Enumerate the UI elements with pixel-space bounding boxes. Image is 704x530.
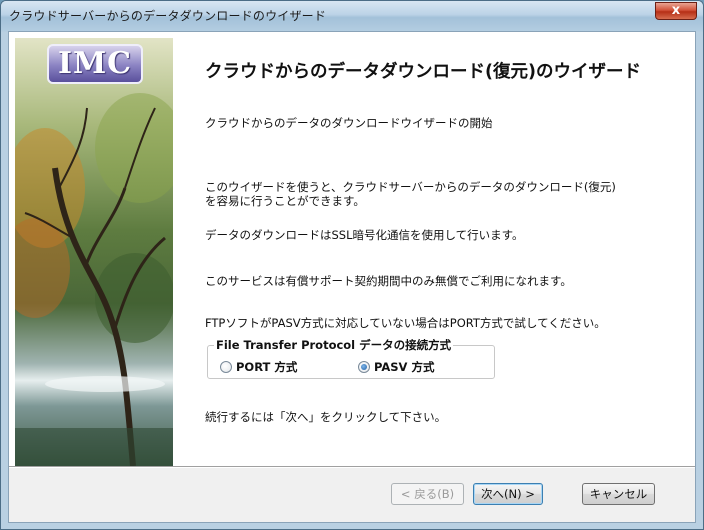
forest-banner-image: IMC: [15, 38, 173, 466]
title-bar[interactable]: クラウドサーバーからのデータダウンロードのウイザード x: [1, 1, 703, 31]
wizard-window: クラウドサーバーからのデータダウンロードのウイザード x IMC クラウドからの…: [0, 0, 704, 530]
pasv-mode-radio[interactable]: [358, 361, 370, 373]
logo-text: IMC: [57, 46, 133, 81]
port-mode-radio[interactable]: [220, 361, 232, 373]
port-mode-option[interactable]: PORT 方式: [220, 359, 297, 375]
ssl-note: データのダウンロードはSSL暗号化通信を使用して行います。: [205, 228, 524, 242]
pasv-mode-label: PASV 方式: [374, 360, 435, 374]
ftp-note: FTPソフトがPASV方式に対応していない場合はPORT方式で試してください。: [205, 316, 606, 330]
button-separator: [9, 466, 695, 468]
port-mode-label: PORT 方式: [236, 360, 298, 374]
connection-mode-group: File Transfer Protocol データの接続方式 PORT 方式 …: [207, 337, 495, 379]
description-line-1: このウイザードを使うと、クラウドサーバーからのデータのダウンロード(復元): [205, 180, 616, 194]
forest-illustration: [15, 38, 173, 466]
cancel-button[interactable]: キャンセル: [582, 483, 655, 505]
close-button[interactable]: x: [655, 2, 697, 20]
connection-mode-legend: File Transfer Protocol データの接続方式: [214, 337, 454, 353]
pasv-mode-option[interactable]: PASV 方式: [358, 359, 434, 375]
continue-note: 続行するには「次へ」をクリックして下さい。: [205, 410, 447, 424]
window-title: クラウドサーバーからのデータダウンロードのウイザード: [9, 9, 327, 23]
next-button[interactable]: 次へ(N) >: [473, 483, 543, 505]
description-line-2: を容易に行うことができます。: [205, 194, 365, 208]
back-button[interactable]: < 戻る(B): [391, 483, 464, 505]
wizard-subtitle: クラウドからのデータのダウンロードウイザードの開始: [205, 116, 493, 130]
close-icon: x: [671, 3, 681, 18]
service-note: このサービスは有償サポート契約期間中のみ無償でご利用になれます。: [205, 274, 572, 288]
imc-logo: IMC: [47, 44, 143, 84]
wizard-client-area: IMC クラウドからのデータダウンロード(復元)のウイザード クラウドからのデー…: [8, 31, 696, 523]
wizard-content-panel: IMC クラウドからのデータダウンロード(復元)のウイザード クラウドからのデー…: [9, 32, 695, 466]
wizard-heading: クラウドからのデータダウンロード(復元)のウイザード: [205, 62, 641, 82]
